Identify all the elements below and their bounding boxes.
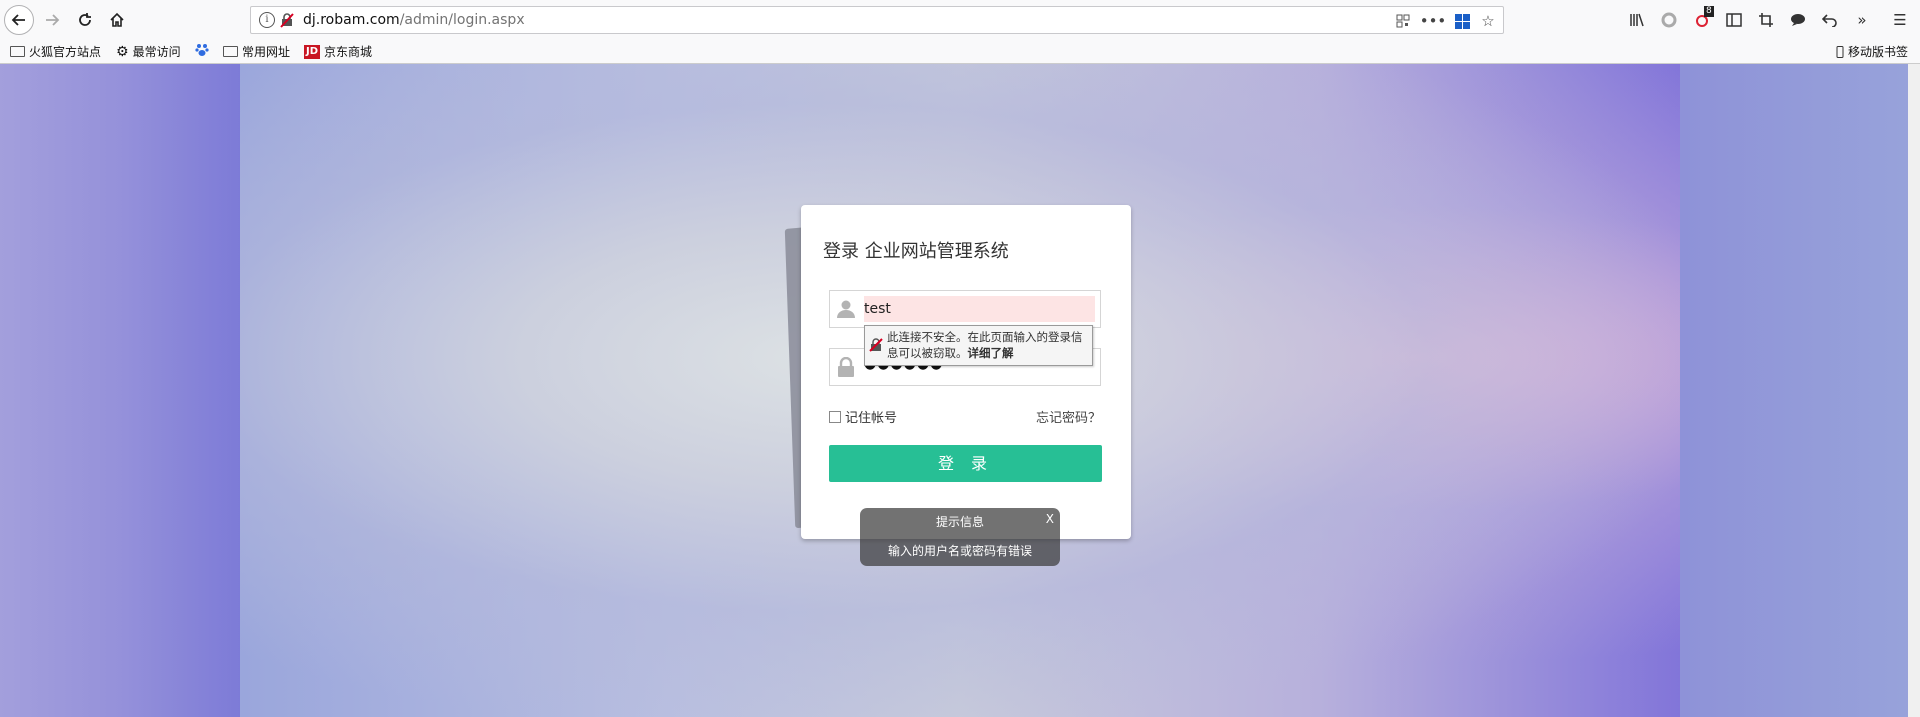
remember-label: 记住帐号 <box>845 411 898 426</box>
overflow-chevron-icon[interactable]: » <box>1852 10 1872 30</box>
login-button[interactable]: 登 录 <box>829 445 1102 482</box>
site-info-icon[interactable]: i <box>259 12 275 28</box>
page-actions-icon[interactable]: ••• <box>1420 11 1447 31</box>
mobile-phone-icon <box>1836 45 1844 58</box>
reload-button[interactable] <box>71 6 99 34</box>
bookmark-jd[interactable]: JD 京东商城 <box>304 43 372 60</box>
gear-icon: ⚙ <box>116 43 129 60</box>
library-icon[interactable] <box>1627 10 1647 30</box>
insecure-login-warning: 此连接不安全。在此页面输入的登录信息可以被窃取。详细了解 <box>864 325 1093 366</box>
home-button[interactable] <box>103 6 131 34</box>
undo-icon[interactable] <box>1820 10 1840 30</box>
user-icon <box>837 300 855 318</box>
login-card: 登录 企业网站管理系统 ●●●●●● 记住帐号 忘记密码？ 登 录 <box>801 205 1131 539</box>
address-bar[interactable]: i dj.robam.com/admin/login.aspx ••• ☆ <box>250 6 1504 34</box>
arrow-left-icon <box>11 14 25 26</box>
error-toast: 提示信息 X 输入的用户名或密码有错误 <box>860 508 1060 566</box>
folder-icon <box>223 46 238 57</box>
toast-title: 提示信息 <box>935 515 984 529</box>
bookmark-firefox-sites[interactable]: 火狐官方站点 <box>10 43 101 60</box>
windows-icon[interactable] <box>1453 11 1471 31</box>
username-input[interactable] <box>864 296 1095 322</box>
forgot-password-link[interactable]: 忘记密码？ <box>1036 407 1101 426</box>
toast-message: 输入的用户名或密码有错误 <box>887 544 1032 558</box>
extension-circle-icon[interactable] <box>1659 10 1679 30</box>
url-text[interactable]: dj.robam.com/admin/login.aspx <box>303 12 525 28</box>
qr-code-icon[interactable] <box>1395 11 1411 31</box>
background-right-panel <box>1680 64 1920 717</box>
mobile-bookmarks[interactable]: 移动版书签 <box>1836 43 1908 60</box>
folder-icon <box>10 46 25 57</box>
insecure-lock-icon <box>869 338 883 352</box>
page-scrollbar[interactable] <box>1908 64 1920 717</box>
remember-checkbox[interactable] <box>829 410 841 423</box>
back-button[interactable] <box>4 5 34 35</box>
extension-badge-icon[interactable]: 8 <box>1692 6 1714 30</box>
chat-icon[interactable] <box>1788 10 1808 30</box>
remember-account[interactable]: 记住帐号 <box>829 407 897 426</box>
browser-toolbar: i dj.robam.com/admin/login.aspx ••• ☆ 8 … <box>0 0 1920 40</box>
background-left-panel <box>0 64 240 717</box>
username-field <box>829 290 1101 328</box>
bookmark-baidu[interactable] <box>195 43 209 57</box>
learn-more-link[interactable]: 详细了解 <box>968 346 1014 360</box>
reload-icon <box>79 13 91 26</box>
login-title: 登录 企业网站管理系统 <box>823 241 1009 262</box>
bookmark-most-visited[interactable]: ⚙ 最常访问 <box>116 43 181 60</box>
bookmarks-toolbar: 火狐官方站点 ⚙ 最常访问 常用网址 JD 京东商城 移动版书签 <box>0 40 1920 64</box>
arrow-right-icon <box>46 14 60 26</box>
lock-icon <box>838 357 854 377</box>
extension-badge-count: 8 <box>1704 6 1714 17</box>
home-icon <box>110 12 124 27</box>
baidu-paw-icon <box>195 44 209 56</box>
forward-button[interactable] <box>38 6 66 34</box>
bookmark-common-urls[interactable]: 常用网址 <box>223 43 290 60</box>
sidebar-icon[interactable] <box>1724 10 1744 30</box>
jd-logo-icon: JD <box>304 44 321 59</box>
toast-close-button[interactable]: X <box>1046 512 1054 526</box>
crop-icon[interactable] <box>1756 10 1776 30</box>
insecure-lock-icon[interactable] <box>279 12 295 28</box>
bookmark-star-icon[interactable]: ☆ <box>1479 11 1497 31</box>
menu-hamburger-icon[interactable]: ☰ <box>1890 10 1910 30</box>
